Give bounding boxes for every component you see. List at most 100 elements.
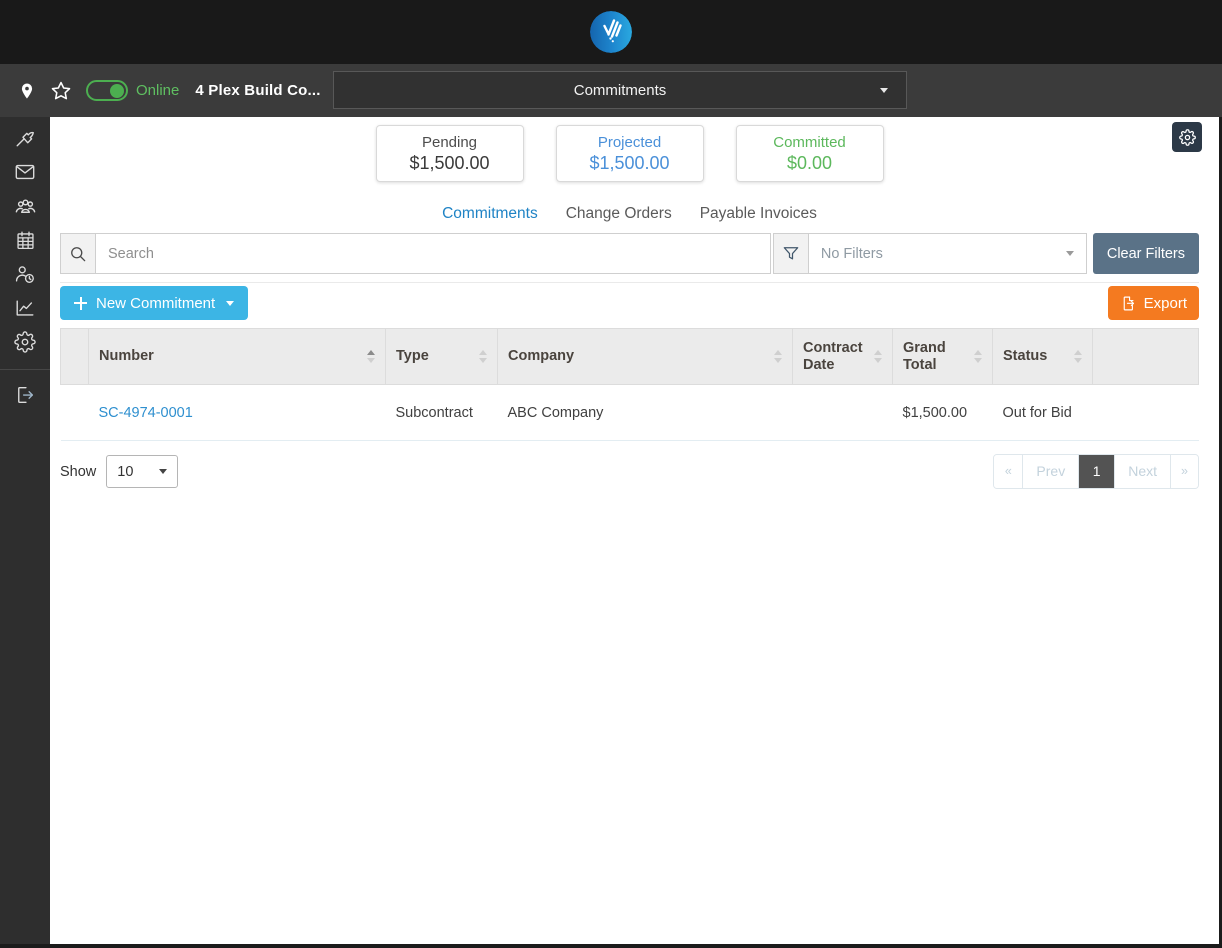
pending-value: $1,500.00 bbox=[409, 152, 490, 173]
sort-icon bbox=[974, 350, 982, 363]
sort-icon bbox=[774, 350, 782, 363]
projected-summary-card[interactable]: Projected $1,500.00 bbox=[555, 125, 704, 182]
summary-cards: Pending $1,500.00 Projected $1,500.00 Co… bbox=[60, 125, 1199, 182]
table-row: SC-4974-0001 Subcontract ABC Company $1,… bbox=[60, 384, 1199, 441]
gear-icon bbox=[14, 331, 36, 353]
pending-label: Pending bbox=[421, 133, 478, 151]
gear-icon bbox=[1178, 128, 1196, 146]
page-selector-dropdown[interactable]: Commitments bbox=[333, 71, 907, 109]
committed-label: Committed bbox=[773, 133, 846, 151]
pagination: « Prev 1 Next » bbox=[993, 454, 1199, 489]
column-header-contract-date[interactable]: Contract Date bbox=[792, 328, 893, 385]
table-header-row: Number Type Company Contract Date Grand … bbox=[60, 328, 1199, 385]
plus-icon bbox=[74, 296, 87, 310]
column-header-type[interactable]: Type bbox=[385, 328, 498, 385]
filter-icon-box bbox=[772, 233, 809, 274]
buildertrend-logo[interactable] bbox=[590, 11, 632, 53]
pagination-prev[interactable]: Prev bbox=[1022, 455, 1079, 488]
row-select-cell bbox=[60, 384, 89, 441]
caret-down-icon bbox=[880, 87, 888, 93]
actions-row: New Commitment Export bbox=[60, 286, 1199, 320]
online-toggle[interactable] bbox=[86, 80, 128, 101]
clear-filters-button[interactable]: Clear Filters bbox=[1092, 233, 1199, 274]
sort-icon bbox=[1074, 350, 1082, 363]
page-size-select[interactable]: 10 bbox=[106, 455, 179, 488]
search-icon-box bbox=[60, 233, 96, 274]
filters-placeholder: No Filters bbox=[820, 245, 883, 262]
projected-value: $1,500.00 bbox=[589, 152, 670, 173]
team-icon bbox=[15, 198, 35, 213]
table-footer: Show 10 « Prev 1 Next » bbox=[60, 454, 1199, 489]
commitments-table: Number Type Company Contract Date Grand … bbox=[60, 328, 1199, 441]
filters-group: No Filters Clear Filters bbox=[772, 233, 1199, 274]
tab-change-orders[interactable]: Change Orders bbox=[566, 205, 672, 223]
sidebar-divider bbox=[0, 369, 50, 370]
line-chart-icon bbox=[16, 300, 34, 316]
filters-dropdown[interactable]: No Filters bbox=[808, 233, 1087, 274]
sort-icon bbox=[367, 350, 375, 363]
online-label: Online bbox=[136, 82, 180, 99]
tab-payable-invoices[interactable]: Payable Invoices bbox=[700, 205, 817, 223]
sidebar-item-settings[interactable] bbox=[0, 325, 50, 359]
row-number-cell: SC-4974-0001 bbox=[88, 384, 386, 441]
search-filter-row: No Filters Clear Filters bbox=[60, 233, 1199, 283]
committed-value: $0.00 bbox=[786, 152, 833, 173]
funnel-icon bbox=[783, 246, 799, 259]
column-header-company[interactable]: Company bbox=[497, 328, 793, 385]
sidebar-item-jobs[interactable] bbox=[0, 121, 50, 155]
sidebar-item-logout[interactable] bbox=[0, 378, 50, 412]
row-actions-cell bbox=[1092, 384, 1199, 441]
project-bar: Online 4 Plex Build Co... Commitments bbox=[0, 64, 1222, 117]
search-group bbox=[60, 233, 771, 274]
caret-down-icon bbox=[226, 300, 235, 306]
sort-icon bbox=[874, 350, 882, 363]
column-header-number[interactable]: Number bbox=[88, 328, 386, 385]
calendar-icon bbox=[16, 231, 34, 249]
actions-column-header bbox=[1092, 328, 1199, 385]
sidebar-item-reports[interactable] bbox=[0, 291, 50, 325]
row-status-cell: Out for Bid bbox=[992, 384, 1093, 441]
page-settings-button[interactable] bbox=[1172, 122, 1202, 152]
time-clock-icon bbox=[15, 266, 34, 283]
toggle-knob bbox=[110, 83, 124, 98]
sidebar-item-messages[interactable] bbox=[0, 155, 50, 189]
pagination-last[interactable]: » bbox=[1170, 455, 1198, 488]
committed-summary-card[interactable]: Committed $0.00 bbox=[735, 125, 884, 182]
search-input[interactable] bbox=[96, 233, 771, 274]
export-label: Export bbox=[1143, 294, 1187, 312]
new-commitment-label: New Commitment bbox=[96, 294, 216, 312]
envelope-icon bbox=[15, 164, 35, 180]
commitment-link[interactable]: SC-4974-0001 bbox=[99, 405, 193, 421]
sidebar-item-directory[interactable] bbox=[0, 189, 50, 223]
pagination-first[interactable]: « bbox=[994, 455, 1023, 488]
column-header-status[interactable]: Status bbox=[992, 328, 1093, 385]
select-column-header[interactable] bbox=[60, 328, 89, 385]
show-label: Show bbox=[60, 463, 97, 480]
favorite-star-icon[interactable] bbox=[50, 80, 72, 102]
tab-commitments[interactable]: Commitments bbox=[442, 205, 538, 223]
search-icon bbox=[71, 246, 86, 261]
column-header-grand-total[interactable]: Grand Total bbox=[892, 328, 993, 385]
sidebar-item-time-clock[interactable] bbox=[0, 257, 50, 291]
project-name[interactable]: 4 Plex Build Co... bbox=[195, 82, 320, 99]
pending-summary-card[interactable]: Pending $1,500.00 bbox=[375, 125, 524, 182]
pagination-next[interactable]: Next bbox=[1114, 455, 1170, 488]
page-selector-label: Commitments bbox=[573, 81, 667, 99]
app-window: Online 4 Plex Build Co... Commitments Pe… bbox=[0, 0, 1222, 948]
tab-bar: Commitments Change Orders Payable Invoic… bbox=[60, 205, 1199, 223]
top-bar bbox=[0, 0, 1222, 64]
main-content: Pending $1,500.00 Projected $1,500.00 Co… bbox=[50, 117, 1219, 944]
sort-icon bbox=[479, 350, 487, 363]
left-sidebar bbox=[0, 117, 50, 944]
hammer-icon bbox=[16, 131, 34, 147]
location-pin-icon[interactable] bbox=[18, 80, 36, 102]
row-contract-date-cell bbox=[792, 384, 893, 441]
new-commitment-button[interactable]: New Commitment bbox=[60, 286, 249, 320]
export-icon bbox=[1123, 296, 1134, 310]
row-type-cell: Subcontract bbox=[385, 384, 498, 441]
pagination-page-1[interactable]: 1 bbox=[1078, 455, 1115, 488]
sidebar-item-calendar[interactable] bbox=[0, 223, 50, 257]
logout-icon bbox=[18, 386, 34, 404]
export-button[interactable]: Export bbox=[1107, 286, 1199, 320]
caret-down-icon bbox=[159, 469, 168, 474]
